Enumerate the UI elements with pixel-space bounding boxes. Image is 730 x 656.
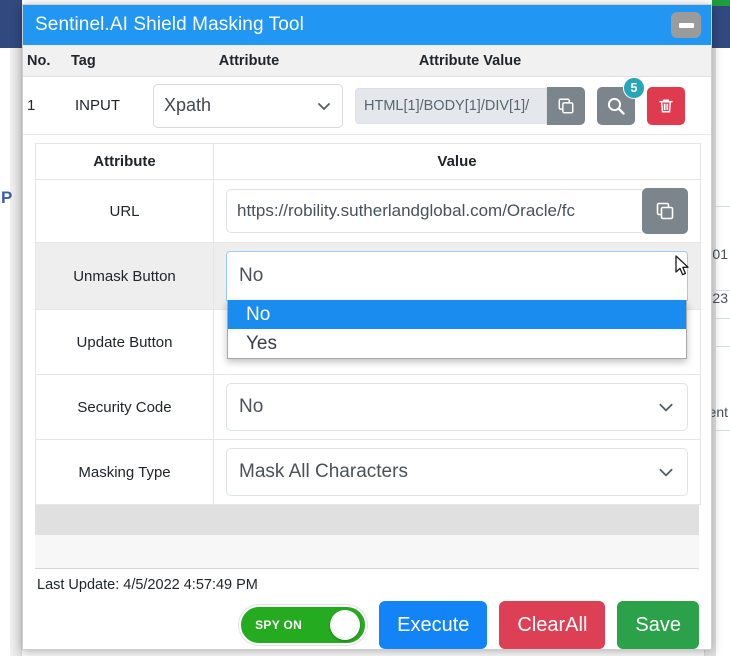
dropdown-option-no[interactable]: No [228, 300, 686, 329]
background-header-right [712, 0, 730, 48]
url-field-group: https://robility.sutherlandglobal.com/Or… [226, 188, 688, 234]
background-green-accent [712, 0, 730, 6]
attribute-type-select[interactable]: Xpath [153, 84, 343, 128]
chevron-down-icon [657, 398, 675, 416]
masking-tool-dialog: Sentinel.AI Shield Masking Tool No. Tag … [22, 4, 712, 650]
copy-icon [557, 97, 575, 115]
chevron-down-icon [657, 463, 675, 481]
spy-toggle-label: SPY ON [255, 618, 302, 632]
properties-column-value: Value [214, 144, 701, 180]
background-grid-line [716, 206, 730, 207]
dialog-footer: Last Update: 4/5/2022 4:57:49 PM SPY ON … [23, 569, 711, 649]
unmask-button-value: No [239, 265, 263, 287]
attribute-value-input[interactable]: HTML[1]/BODY[1]/DIV[1]/ [355, 88, 547, 124]
background-text-fragment-2: 23 [712, 290, 728, 306]
property-label-update-button: Update Button [36, 310, 214, 375]
copy-icon [655, 201, 675, 221]
search-count-badge: 5 [623, 77, 645, 99]
security-code-value: No [239, 396, 263, 418]
column-header-attribute-value: Attribute Value [349, 53, 711, 69]
column-header-no: No. [23, 53, 71, 69]
row-tag: INPUT [75, 97, 153, 114]
property-label-url: URL [36, 180, 214, 243]
security-code-select[interactable]: No [226, 383, 688, 431]
elements-table-header: No. Tag Attribute Attribute Value [23, 45, 711, 77]
copy-attribute-value-button[interactable] [547, 87, 585, 125]
background-header-left [0, 0, 22, 48]
properties-area: Attribute Value URL https://robility.sut… [23, 135, 711, 505]
properties-table: Attribute Value URL https://robility.sut… [35, 143, 701, 505]
save-button[interactable]: Save [617, 601, 699, 649]
last-update-text: Last Update: 4/5/2022 4:57:49 PM [35, 569, 699, 593]
attribute-value-group: HTML[1]/BODY[1]/DIV[1]/ [355, 87, 685, 125]
table-row: 1 INPUT Xpath HTML[1]/BODY[1]/DIV[1]/ [23, 77, 711, 135]
spy-toggle[interactable]: SPY ON [239, 605, 367, 645]
background-text-fragment-1: 01 [712, 246, 728, 262]
masking-type-value: Mask All Characters [239, 461, 408, 483]
page-root: P 01 23 ent Sentinel.AI Shield Masking T… [0, 0, 730, 656]
properties-bottom-strip [35, 505, 699, 535]
properties-column-attribute: Attribute [36, 144, 214, 180]
trash-icon [657, 97, 675, 115]
footer-actions: SPY ON Execute ClearAll Save [35, 593, 699, 649]
property-row-unmask-button: Unmask Button No No Yes [36, 243, 701, 310]
minimize-icon [679, 23, 694, 28]
search-icon [606, 96, 626, 116]
property-row-security-code: Security Code No [36, 375, 701, 440]
attribute-type-value: Xpath [164, 95, 211, 116]
column-header-tag: Tag [71, 53, 149, 69]
property-label-security-code: Security Code [36, 375, 214, 440]
property-row-url: URL https://robility.sutherlandglobal.co… [36, 180, 701, 243]
dialog-title: Sentinel.AI Shield Masking Tool [35, 14, 671, 36]
property-label-masking-type: Masking Type [36, 440, 214, 505]
masking-type-select[interactable]: Mask All Characters [226, 448, 688, 496]
delete-row-button[interactable] [647, 87, 685, 125]
minimize-button[interactable] [671, 12, 701, 38]
spy-toggle-knob [330, 610, 360, 640]
execute-button[interactable]: Execute [379, 601, 487, 649]
dropdown-option-yes[interactable]: Yes [228, 329, 686, 358]
row-number: 1 [27, 97, 75, 114]
properties-blank-area [35, 535, 699, 569]
dialog-titlebar: Sentinel.AI Shield Masking Tool [23, 5, 711, 45]
chevron-down-icon [316, 98, 332, 114]
unmask-button-dropdown-list: No Yes [227, 300, 687, 359]
background-grid-line [716, 430, 730, 431]
property-row-masking-type: Masking Type Mask All Characters [36, 440, 701, 505]
clear-all-button[interactable]: ClearAll [499, 601, 605, 649]
unmask-button-select[interactable]: No No Yes [226, 251, 688, 301]
background-text-fragment-left: P [1, 188, 12, 208]
copy-url-button[interactable] [642, 188, 688, 234]
properties-header-row: Attribute Value [36, 144, 701, 180]
background-scrollbar-left[interactable] [10, 48, 22, 656]
background-grid-line [716, 346, 730, 347]
property-label-unmask-button: Unmask Button [36, 243, 214, 310]
column-header-attribute: Attribute [149, 53, 349, 69]
url-input[interactable]: https://robility.sutherlandglobal.com/Or… [226, 189, 642, 233]
search-element-button[interactable]: 5 [597, 87, 635, 125]
background-grid-line [716, 318, 730, 319]
